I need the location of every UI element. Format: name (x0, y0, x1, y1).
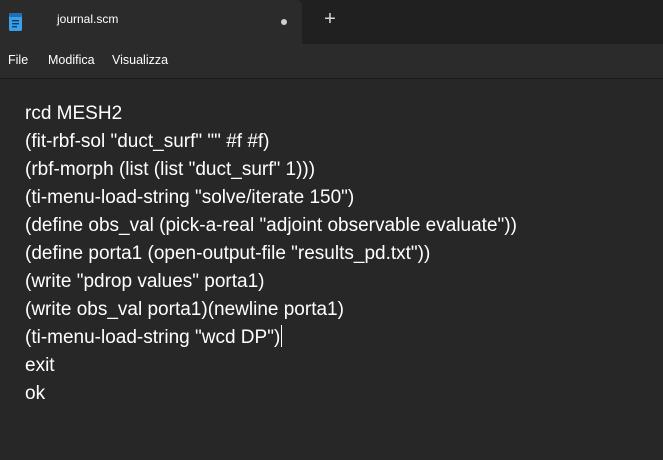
editor-line-5: (define obs_val (pick-a-real "adjoint ob… (25, 212, 517, 240)
menu-file[interactable]: File (8, 53, 28, 67)
line-text: (write "pdrop values" porta1) (25, 271, 265, 292)
line-text: (write obs_val porta1)(newline porta1) (25, 299, 344, 320)
line-text: rcd MESH2 (25, 103, 123, 124)
line-text: ok (25, 383, 46, 404)
editor-line-3: (rbf-morph (list (list "duct_surf" 1))) (25, 156, 315, 184)
menu-bar: File Modifica Visualizza (0, 44, 663, 78)
line-text: (define porta1 (open-output-file "result… (25, 243, 431, 264)
menu-visualizza[interactable]: Visualizza (112, 53, 168, 67)
editor-line-11: ok (25, 380, 45, 408)
editor-line-8: (write obs_val porta1)(newline porta1) (25, 296, 344, 324)
notepad-window: journal.scm + File Modifica Visualizza r… (0, 0, 663, 460)
text-editor-area[interactable]: rcd MESH2 (fit-rbf-sol "duct_surf" "" #f… (0, 79, 663, 460)
line-text: (define obs_val (pick-a-real "adjoint ob… (25, 215, 517, 236)
editor-line-2: (fit-rbf-sol "duct_surf" "" #f #f) (25, 128, 270, 156)
editor-line-6: (define porta1 (open-output-file "result… (25, 240, 430, 268)
line-text: (ti-menu-load-string "wcd DP") (25, 327, 281, 348)
line-text: exit (25, 355, 55, 376)
title-bar: journal.scm + (0, 0, 663, 44)
menu-modifica[interactable]: Modifica (48, 53, 95, 67)
tab-title: journal.scm (57, 12, 119, 26)
unsaved-dot-icon[interactable] (281, 19, 287, 25)
editor-line-7: (write "pdrop values" porta1) (25, 268, 265, 296)
line-text: (fit-rbf-sol "duct_surf" "" #f #f) (25, 131, 270, 152)
editor-line-1: rcd MESH2 (25, 100, 122, 128)
editor-line-4: (ti-menu-load-string "solve/iterate 150"… (25, 184, 354, 212)
editor-line-9: (ti-menu-load-string "wcd DP") (25, 324, 283, 352)
notepad-app-icon (9, 13, 22, 31)
editor-line-10: exit (25, 352, 55, 380)
line-text: (ti-menu-load-string "solve/iterate 150"… (25, 187, 355, 208)
line-text: (rbf-morph (list (list "duct_surf" 1))) (25, 159, 316, 180)
text-caret (281, 325, 283, 347)
new-tab-button[interactable]: + (318, 7, 342, 31)
document-tab[interactable]: journal.scm (0, 0, 302, 44)
